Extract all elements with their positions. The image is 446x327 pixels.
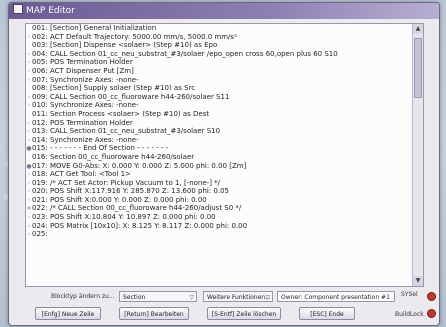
button-row: [Enfg] Neue Zeile [Return] Bearbeiten [S… (9, 307, 439, 321)
buildlock-indicator-icon (427, 309, 436, 318)
list-item[interactable]: ◦023: POS Shift X:10.804 Y: 10.897 Z: 0.… (26, 213, 423, 222)
list-item[interactable]: ◦002: ACT Default Trajectory: 5000.00 mm… (26, 33, 423, 42)
list-item[interactable]: ◦024: POS Matrix [10x10]: X: 8.125 Y: 8.… (26, 222, 423, 231)
program-list[interactable]: 001: [Section] General Initialization ◦00… (25, 23, 424, 287)
list-item[interactable]: ◦014: Synchronize Axes: -none- (26, 136, 423, 145)
line-text: 022: /* CALL Section 00_cc_fluoroware h4… (32, 204, 242, 213)
chevron-down-icon: ▽ (265, 294, 270, 301)
scroll-down-icon[interactable]: ▼ (413, 276, 423, 286)
line-text: 012: POS Termination Holder (32, 118, 133, 127)
line-text: 002: ACT Default Trajectory: 5000.00 mm/… (32, 32, 237, 41)
buildlock-label: BuildLock (395, 311, 424, 318)
list-item[interactable]: 008: [Section] Supply solaer (Step #10) … (26, 84, 423, 93)
list-item[interactable]: ◦012: POS Termination Holder (26, 119, 423, 128)
scroll-thumb[interactable] (414, 38, 422, 98)
list-item[interactable]: ◦018: ACT Get Tool: <Tool 1> (26, 170, 423, 179)
list-item[interactable]: ◦005: POS Termination Holder (26, 58, 423, 67)
list-item[interactable]: ◦010: Synchronize Axes: -none- (26, 101, 423, 110)
line-text: 019: /* ACT Set Actor: Pickup Vacuum to … (32, 178, 221, 187)
list-item[interactable]: ◦004: CALL Section 01_cc_neu_substrat_#3… (26, 50, 423, 59)
app-icon (13, 4, 23, 14)
end-button[interactable]: [ESC] Ende (299, 307, 355, 320)
line-text: 006: ACT Dispenser Put [Zm] (32, 66, 134, 75)
list-item[interactable]: 016: Section 00_cc_fluoroware h44-260/so… (26, 153, 423, 162)
section-dropdown-value: Section (123, 294, 146, 301)
edit-button[interactable]: [Return] Bearbeiten (119, 307, 189, 320)
title-bar[interactable]: MAP Editor (9, 3, 439, 19)
delete-line-button[interactable]: [S-Entf] Zeile löschen (207, 307, 281, 320)
line-text: 018: ACT Get Tool: <Tool 1> (32, 170, 131, 179)
line-text: 009: CALL Section 00_cc_fluoroware h44-2… (32, 92, 230, 101)
line-text: 005: POS Termination Holder (32, 58, 133, 67)
new-line-button[interactable]: [Enfg] Neue Zeile (35, 307, 101, 320)
list-item[interactable]: ●017: MOVE G0-Abs: X: 0.000 Y: 0.000 Z: … (26, 162, 423, 171)
line-text: 016: Section 00_cc_fluoroware h44-260/so… (32, 152, 195, 161)
stsel-indicator-icon (427, 292, 436, 301)
weitere-funktionen-value: Weitere Funktionen... (207, 294, 271, 301)
list-item[interactable]: ✕022: /* CALL Section 00_cc_fluoroware h… (26, 204, 423, 213)
line-text: 001: [Section] General Initialization (32, 24, 157, 32)
line-text: 017: MOVE G0-Abs: X: 0.000 Y: 0.000 Z: 5… (32, 161, 247, 170)
line-text: 014: Synchronize Axes: -none- (32, 135, 139, 144)
line-text: 004: CALL Section 01_cc_neu_substrat_#3/… (32, 49, 338, 58)
list-item[interactable]: ◦009: CALL Section 00_cc_fluoroware h44-… (26, 93, 423, 102)
list-item[interactable]: ◦020: POS Shift X:117.916 Y: 285.870 Z: … (26, 187, 423, 196)
chevron-down-icon: ▽ (189, 294, 194, 301)
line-text: 003: [Section] Dispense <solaer> (Step #… (32, 41, 218, 50)
list-item[interactable]: ◦006: ACT Dispenser Put [Zm] (26, 67, 423, 76)
list-item[interactable]: ●015: - - - - - - - End Of Section - - -… (26, 144, 423, 153)
vertical-scrollbar[interactable]: ▲ ▼ (412, 24, 423, 286)
list-item[interactable]: ◦013: CALL Section 01_cc_neu_substrat_#3… (26, 127, 423, 136)
line-text: 008: [Section] Supply solaer (Step #10) … (32, 84, 196, 93)
program-lines: 001: [Section] General Initialization ◦00… (26, 24, 423, 239)
owner-field[interactable]: Owner: Component presentation #1 (277, 291, 395, 302)
line-text: 015: - - - - - - - End Of Section - - - … (32, 144, 169, 153)
line-text: 020: POS Shift X:117.916 Y: 285.870 Z: 1… (32, 187, 229, 196)
line-text: 025: (32, 230, 48, 239)
section-dropdown[interactable]: Section ▽ (119, 291, 197, 302)
line-text: 023: POS Shift X:10.804 Y: 10.897 Z: 0.0… (32, 213, 216, 222)
list-item[interactable]: 011: Section Process <solaer> (Step #10)… (26, 110, 423, 119)
stsel-label: SYSel (401, 291, 418, 298)
list-item[interactable]: ◦007: Synchronize Axes: -none- (26, 76, 423, 85)
options-row: Blocktyp ändern zu... Section ▽ Weitere … (9, 291, 439, 303)
line-text: 013: CALL Section 01_cc_neu_substrat_#3/… (32, 127, 221, 136)
list-item[interactable]: ◦019: /* ACT Set Actor: Pickup Vacuum to… (26, 179, 423, 188)
list-item[interactable]: ◦025: (26, 230, 423, 239)
window-title: MAP Editor (26, 6, 75, 16)
list-item[interactable]: 003: [Section] Dispense <solaer> (Step #… (26, 41, 423, 50)
blocktyp-label: Blocktyp ändern zu... (51, 293, 115, 300)
line-text: 011: Section Process <solaer> (Step #10)… (32, 109, 210, 118)
list-item[interactable]: ◦021: POS Shift X:0.000 Y: 0.000 Z: 0.00… (26, 196, 423, 205)
scroll-up-icon[interactable]: ▲ (413, 24, 423, 34)
line-text: 024: POS Matrix [10x10]: X: 8.125 Y: 8.1… (32, 221, 248, 230)
weitere-funktionen-dropdown[interactable]: Weitere Funktionen... ▽ (203, 291, 273, 302)
line-text: 010: Synchronize Axes: -none- (32, 101, 139, 110)
line-text: 007: Synchronize Axes: -none- (32, 75, 139, 84)
line-text: 021: POS Shift X:0.000 Y: 0.000 Z: 0.000… (32, 195, 207, 204)
list-item[interactable]: 001: [Section] General Initialization (26, 24, 423, 33)
map-editor-window: MAP Editor 001: [Section] General Initia… (8, 2, 440, 326)
